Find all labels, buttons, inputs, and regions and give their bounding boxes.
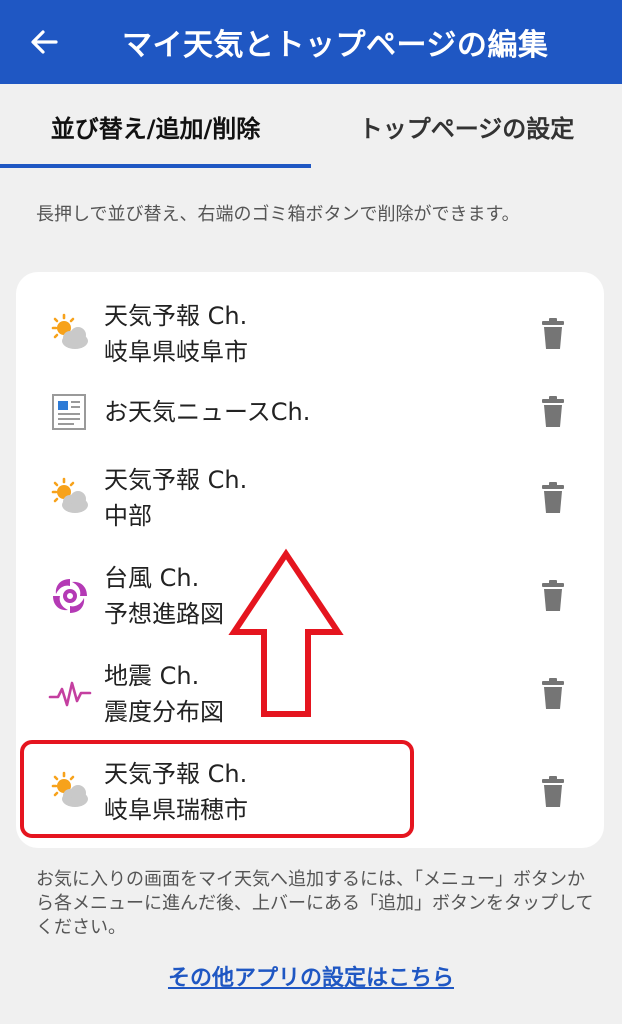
item-subtitle: 中部 — [104, 502, 152, 530]
my-weather-list: 天気予報 Ch. 岐阜県岐阜市 お天気ニュースCh. 天気予報 Ch. 中部 台… — [16, 272, 604, 848]
list-item[interactable]: お天気ニュースCh. — [16, 376, 604, 448]
trash-icon — [542, 396, 564, 427]
footer-instruction: お気に入りの画面をマイ天気へ追加するには、「メニュー」ボタンから各メニューに進ん… — [36, 869, 594, 938]
app-bar: マイ天気とトップページの編集 — [0, 0, 622, 84]
delete-button[interactable] — [538, 774, 568, 810]
weather-sun-cloud-icon — [48, 476, 92, 520]
tab-reorder-add-delete[interactable]: 並び替え/追加/削除 — [0, 84, 311, 168]
item-subtitle: 岐阜県瑞穂市 — [104, 796, 248, 824]
tab-top-page-settings[interactable]: トップページの設定 — [311, 84, 622, 168]
item-subtitle: 震度分布図 — [104, 698, 224, 726]
list-item[interactable]: 天気予報 Ch. 岐阜県瑞穂市 — [16, 756, 604, 828]
item-title: 地震 Ch. — [104, 662, 200, 690]
trash-icon — [542, 580, 564, 611]
delete-button[interactable] — [538, 676, 568, 712]
trash-icon — [542, 678, 564, 709]
typhoon-icon — [48, 574, 92, 618]
list-item[interactable]: 天気予報 Ch. 岐阜県岐阜市 — [16, 298, 604, 370]
trash-icon — [542, 776, 564, 807]
item-subtitle: 岐阜県岐阜市 — [104, 338, 248, 366]
instruction-text: 長押しで並び替え、右端のゴミ箱ボタンで削除ができます。 — [36, 204, 520, 225]
tab-indicator — [0, 164, 311, 168]
other-app-settings-link[interactable]: その他アプリの設定はこちら — [0, 960, 622, 992]
arrow-left-icon — [31, 30, 58, 54]
item-title: 天気予報 Ch. — [104, 760, 248, 788]
delete-button[interactable] — [538, 578, 568, 614]
trash-icon — [542, 318, 564, 349]
list-item[interactable]: 台風 Ch. 予想進路図 — [16, 560, 604, 632]
trash-icon — [542, 482, 564, 513]
item-subtitle: 予想進路図 — [104, 600, 224, 628]
item-title: 天気予報 Ch. — [104, 302, 248, 330]
item-title: 天気予報 Ch. — [104, 466, 248, 494]
tab-bar: 並び替え/追加/削除 トップページの設定 — [0, 84, 622, 168]
page-title: マイ天気とトップページの編集 — [122, 28, 549, 63]
weather-sun-cloud-icon — [48, 312, 92, 356]
item-title: お天気ニュースCh. — [104, 398, 311, 426]
weather-sun-cloud-icon — [48, 770, 92, 814]
delete-button[interactable] — [538, 394, 568, 430]
list-item[interactable]: 天気予報 Ch. 中部 — [16, 462, 604, 534]
newspaper-icon — [48, 390, 92, 434]
list-item[interactable]: 地震 Ch. 震度分布図 — [16, 658, 604, 730]
delete-button[interactable] — [538, 316, 568, 352]
item-title: 台風 Ch. — [104, 564, 200, 592]
earthquake-wave-icon — [48, 672, 92, 716]
delete-button[interactable] — [538, 480, 568, 516]
back-button[interactable] — [12, 0, 76, 84]
